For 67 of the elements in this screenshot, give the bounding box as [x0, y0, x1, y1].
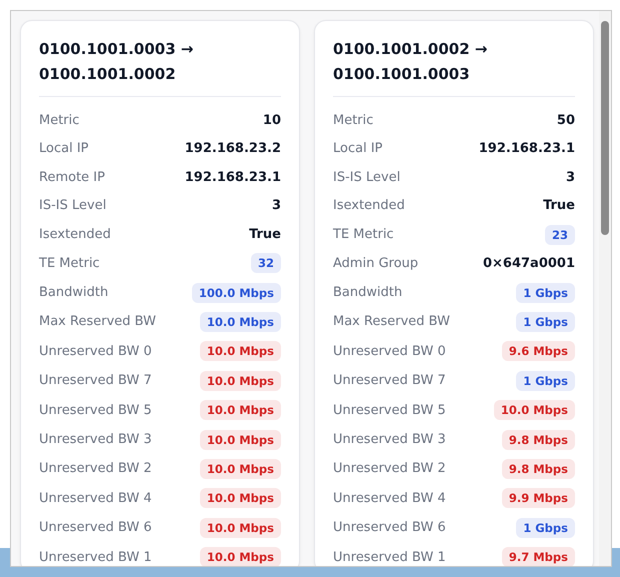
field-label: TE Metric: [333, 227, 394, 242]
bandwidth-value: 23: [544, 224, 575, 245]
bandwidth-value: 9.9 Mbps: [502, 488, 575, 508]
bandwidth-value: 1 Gbps: [516, 312, 575, 332]
bandwidth-value: 9.8 Mbps: [502, 430, 575, 450]
bandwidth-value: 9.7 Mbps: [502, 547, 575, 566]
field-label: Max Reserved BW: [333, 314, 450, 330]
field-label: Unreserved BW 2: [333, 461, 446, 476]
bandwidth-value: 1 Gbps: [516, 370, 575, 391]
field-label: Local IP: [333, 141, 382, 156]
scrollbar[interactable]: [599, 11, 611, 566]
field-label: Unreserved BW 1: [333, 550, 446, 565]
field-label: Unreserved BW 1: [39, 550, 152, 565]
bandwidth-value: 10.0 Mbps: [494, 400, 575, 420]
bandwidth-value: 10.0 Mbps: [200, 547, 281, 566]
field-label: Unreserved BW 0: [39, 344, 152, 359]
field-label: Unreserved BW 7: [333, 373, 446, 388]
field-label: Metric: [39, 112, 80, 128]
field-value: 192.168.23.1: [478, 141, 575, 156]
field-label: Unreserved BW 4: [333, 490, 446, 506]
bandwidth-value: 1 Gbps: [516, 518, 575, 538]
field-label: Unreserved BW 3: [333, 432, 446, 448]
field-label: Unreserved BW 2: [39, 461, 152, 476]
field-label: Admin Group: [333, 256, 418, 272]
bandwidth-value: 9.8 Mbps: [502, 458, 575, 479]
field-label: IS-IS Level: [333, 170, 400, 185]
bandwidth-value: 9.6 Mbps: [502, 341, 575, 362]
field-label: Unreserved BW 5: [333, 402, 446, 418]
field-value: 10: [262, 112, 281, 128]
bandwidth-value: 10.0 Mbps: [200, 430, 281, 450]
card-title: 0100.1001.0002 → 0100.1001.0003: [333, 37, 575, 97]
field-label: Unreserved BW 6: [39, 520, 152, 536]
field-label: Metric: [333, 112, 374, 128]
field-label: TE Metric: [39, 256, 100, 271]
bandwidth-value: 1 Gbps: [516, 282, 575, 303]
field-value: 50: [556, 112, 575, 128]
bandwidth-value: 10.0 Mbps: [200, 370, 281, 391]
field-label: Unreserved BW 7: [39, 373, 152, 388]
field-label: Unreserved BW 4: [39, 490, 152, 506]
field-label: Max Reserved BW: [39, 314, 156, 330]
field-label: Unreserved BW 0: [333, 344, 446, 359]
field-label: Remote IP: [39, 170, 105, 185]
field-value: 3: [566, 170, 575, 185]
bandwidth-value: 32: [250, 253, 281, 274]
field-label: Isextended: [333, 198, 405, 214]
field-label: Local IP: [39, 141, 88, 156]
field-label: Bandwidth: [39, 285, 108, 300]
field-label: Isextended: [39, 226, 111, 242]
bandwidth-value: 10.0 Mbps: [200, 400, 281, 420]
bandwidth-value: 10.0 Mbps: [200, 488, 281, 508]
field-value: 192.168.23.1: [184, 170, 281, 185]
field-value: 0×647a0001: [482, 256, 575, 272]
bandwidth-value: 10.0 Mbps: [200, 458, 281, 479]
field-label: Unreserved BW 6: [333, 520, 446, 536]
bandwidth-value: 10.0 Mbps: [200, 312, 281, 332]
field-label: Unreserved BW 3: [39, 432, 152, 448]
bandwidth-value: 10.0 Mbps: [200, 518, 281, 538]
field-label: Bandwidth: [333, 285, 402, 300]
card-title: 0100.1001.0003 → 0100.1001.0002: [39, 37, 281, 97]
bandwidth-value: 100.0 Mbps: [192, 282, 281, 303]
field-value: 3: [272, 198, 281, 214]
field-label: IS-IS Level: [39, 198, 106, 214]
field-value: True: [543, 198, 575, 214]
field-label: Unreserved BW 5: [39, 402, 152, 418]
field-value: 192.168.23.2: [184, 141, 281, 156]
bandwidth-value: 10.0 Mbps: [200, 341, 281, 362]
field-value: True: [249, 226, 281, 242]
